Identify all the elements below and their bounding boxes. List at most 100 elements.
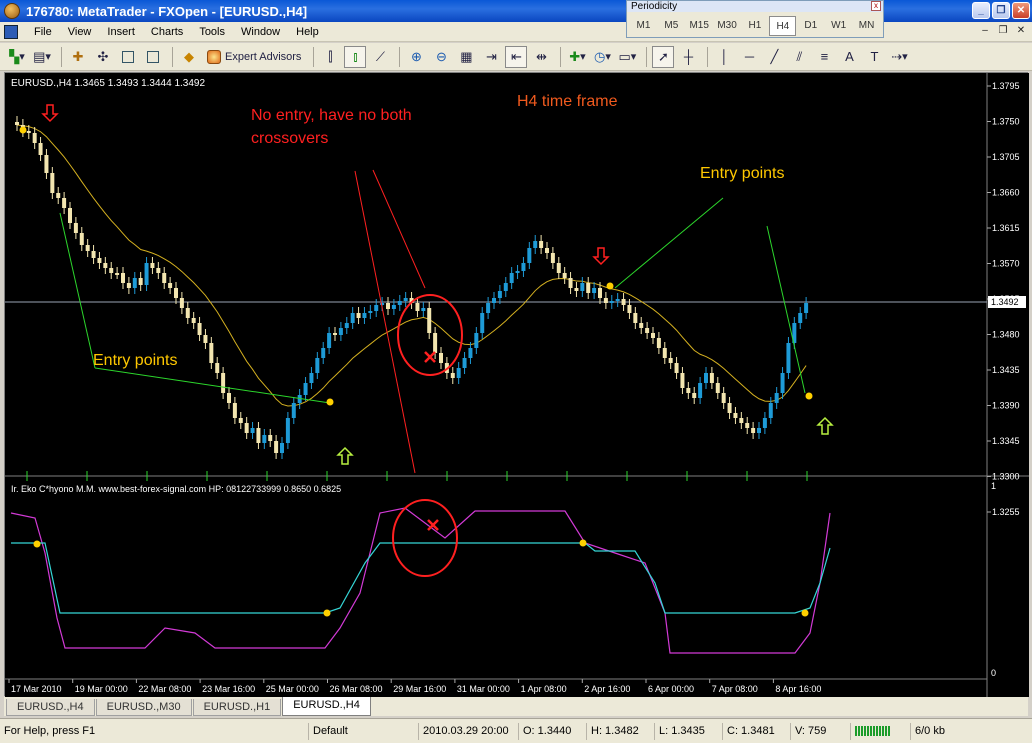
- chart-tab[interactable]: EURUSD.,M30: [95, 699, 192, 716]
- new-order-icon[interactable]: ◆: [178, 46, 200, 68]
- indicators-icon[interactable]: ✚ ▾: [566, 46, 588, 68]
- candle-body: [121, 273, 125, 283]
- chart-tab[interactable]: EURUSD.,H1: [192, 699, 282, 716]
- data-window-icon[interactable]: ✣: [92, 46, 114, 68]
- status-profile: Default: [308, 722, 418, 740]
- candle-body: [439, 353, 443, 363]
- bar-chart-icon[interactable]: ⫿: [319, 46, 341, 68]
- text-icon[interactable]: A: [838, 46, 860, 68]
- candle-body: [556, 263, 561, 273]
- price-label: 1.3615: [992, 223, 1020, 233]
- templates-icon[interactable]: ▭ ▾: [616, 46, 638, 68]
- child-minimize-button[interactable]: –: [978, 24, 992, 38]
- maximize-button[interactable]: ❐: [992, 2, 1010, 19]
- arrows-icon[interactable]: ⇢ ▾: [888, 46, 910, 68]
- period-button-d1[interactable]: D1: [797, 16, 824, 36]
- candle-body: [427, 308, 432, 333]
- vertical-line-icon[interactable]: │: [713, 46, 735, 68]
- fibonacci-icon[interactable]: ≡: [813, 46, 835, 68]
- child-restore-button[interactable]: ❐: [996, 24, 1010, 38]
- menu-insert[interactable]: Insert: [99, 26, 143, 38]
- navigator-icon[interactable]: [117, 46, 139, 68]
- chart-tab[interactable]: EURUSD.,H4: [282, 697, 371, 716]
- symbol-info: EURUSD.,H4 1.3465 1.3493 1.3444 1.3492: [11, 78, 205, 89]
- status-traffic: 6/0 kb: [910, 722, 970, 740]
- terminal-icon[interactable]: [142, 46, 164, 68]
- candle-body: [586, 283, 591, 293]
- new-chart-icon[interactable]: ▚ ▾: [6, 46, 28, 68]
- menu-tools[interactable]: Tools: [191, 26, 233, 38]
- period-button-mn[interactable]: MN: [853, 16, 880, 36]
- chart-scroll-icon[interactable]: ⇹: [530, 46, 552, 68]
- candle-body: [338, 328, 343, 335]
- candle-body: [344, 323, 349, 328]
- candle-body: [592, 288, 597, 293]
- candle-body: [285, 418, 290, 443]
- candle-body: [397, 301, 402, 305]
- signal-dot: [323, 609, 331, 617]
- signal-dot: [805, 392, 813, 400]
- chart-window[interactable]: 1.37951.37501.37051.36601.36151.35701.35…: [4, 72, 1029, 697]
- chart-tab[interactable]: EURUSD.,H4: [6, 699, 95, 716]
- price-label: 1.3435: [992, 365, 1020, 375]
- price-chart[interactable]: 1.37951.37501.37051.36601.36151.35701.35…: [5, 73, 1029, 697]
- candle-body: [291, 403, 296, 418]
- menu-file[interactable]: File: [26, 26, 60, 38]
- candle-body: [32, 133, 37, 143]
- expert-advisors-button[interactable]: Expert Advisors: [203, 46, 305, 68]
- crosshair-icon[interactable]: ┼: [677, 46, 699, 68]
- price-label: 1.3750: [992, 117, 1020, 127]
- price-label: 1.3705: [992, 152, 1020, 162]
- menu-help[interactable]: Help: [288, 26, 327, 38]
- chart-window-icon[interactable]: [4, 24, 18, 39]
- candle-body: [550, 253, 555, 263]
- menu-window[interactable]: Window: [233, 26, 288, 38]
- child-close-button[interactable]: ✕: [1014, 24, 1028, 38]
- minimize-button[interactable]: _: [972, 2, 990, 19]
- price-label: 1.3390: [992, 401, 1020, 411]
- entry-points-right-annotation: Entry points: [700, 165, 784, 182]
- market-watch-icon[interactable]: ✚: [67, 46, 89, 68]
- chart-shift-icon[interactable]: ⇥: [480, 46, 502, 68]
- period-button-h1[interactable]: H1: [742, 16, 769, 36]
- menu-view[interactable]: View: [60, 26, 100, 38]
- profiles-icon[interactable]: ▤ ▾: [31, 46, 53, 68]
- candlestick-icon[interactable]: ⫾: [344, 45, 367, 68]
- expert-advisors-icon: [207, 49, 221, 64]
- candle-body: [474, 333, 479, 348]
- candle-body: [621, 299, 626, 305]
- period-button-w1[interactable]: W1: [825, 16, 852, 36]
- period-button-m30[interactable]: M30: [714, 16, 741, 36]
- period-button-m15[interactable]: M15: [686, 16, 713, 36]
- candle-body: [362, 313, 367, 318]
- signal-dot: [579, 539, 587, 547]
- periods-icon[interactable]: ◷ ▾: [591, 46, 613, 68]
- candle-body: [774, 393, 779, 403]
- period-button-m5[interactable]: M5: [658, 16, 685, 36]
- candle-body: [539, 241, 544, 248]
- candle-body: [645, 328, 650, 333]
- candle-body: [609, 301, 614, 303]
- candle-body: [798, 313, 803, 323]
- zoom-out-icon[interactable]: ⊖: [430, 46, 452, 68]
- close-button[interactable]: ✕: [1012, 2, 1030, 19]
- trendline-icon[interactable]: ╱: [763, 46, 785, 68]
- candle-body: [374, 305, 379, 311]
- text-label-icon[interactable]: T: [863, 46, 885, 68]
- candle-body: [662, 348, 667, 358]
- menu-charts[interactable]: Charts: [143, 26, 191, 38]
- period-button-m1[interactable]: M1: [630, 16, 657, 36]
- time-label: 23 Mar 16:00: [202, 684, 255, 694]
- channel-icon[interactable]: ⫽: [788, 46, 810, 68]
- line-chart-icon[interactable]: ⟋: [369, 46, 391, 68]
- autoscroll-icon[interactable]: ⇤: [505, 45, 528, 68]
- period-button-h4[interactable]: H4: [769, 16, 797, 36]
- no-entry-annotation-line2: crossovers: [251, 130, 328, 147]
- horizontal-line-icon[interactable]: ─: [738, 46, 760, 68]
- cursor-icon[interactable]: ➚: [652, 45, 675, 68]
- candle-body: [627, 305, 632, 313]
- tile-windows-icon[interactable]: ▦: [455, 46, 477, 68]
- candle-body: [545, 248, 549, 253]
- periodicity-close-icon[interactable]: x: [871, 1, 881, 11]
- zoom-in-icon[interactable]: ⊕: [405, 46, 427, 68]
